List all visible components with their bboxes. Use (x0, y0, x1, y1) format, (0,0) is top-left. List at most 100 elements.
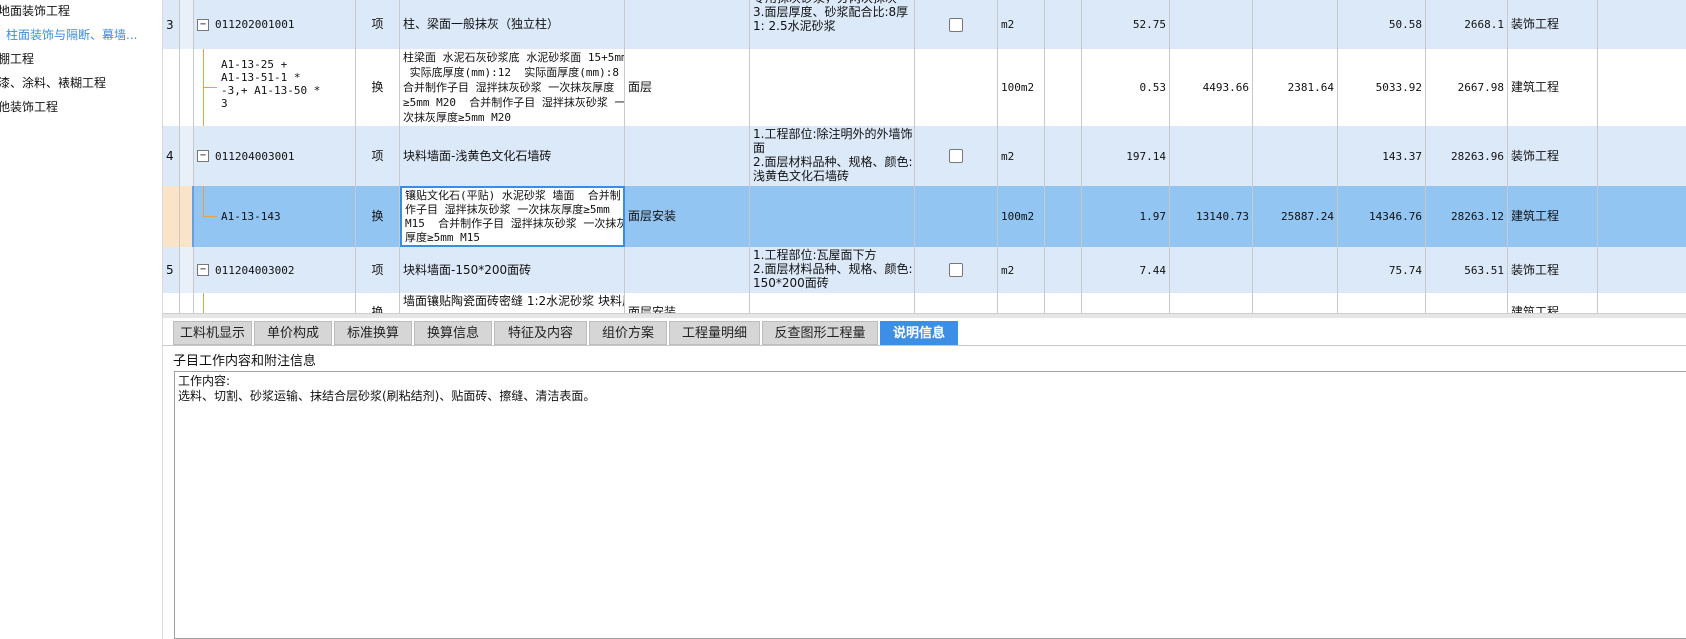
composite-price-cell: 5033.92 (1338, 49, 1426, 126)
table-row[interactable]: 4 − 011204003001 项 块料墙面-浅黄色文化石墙砖 1.工程部位:… (163, 126, 1686, 187)
price-cell (1170, 247, 1253, 293)
category-cell: 装饰工程 (1508, 247, 1598, 293)
sidebar-tree: 地面装饰工程 柱面装饰与隔断、幕墙... 棚工程 漆、涂料、裱糊工程 他装饰工程 (0, 0, 163, 639)
sidebar-item-paint[interactable]: 漆、涂料、裱糊工程 (0, 73, 106, 93)
checkbox-cell (915, 293, 998, 313)
quantity-cell[interactable]: 52.75 (1082, 0, 1170, 49)
collapse-icon[interactable]: − (197, 18, 209, 31)
tree-connector (203, 216, 217, 217)
name-cell[interactable]: 墙面镶贴陶瓷面砖密缝 1:2水泥砂浆 块料周 (400, 293, 625, 313)
sidebar-item-ceiling[interactable]: 棚工程 (0, 49, 34, 69)
empty-cell (1045, 0, 1082, 49)
feature-cell[interactable]: 1.工程部位:瓦屋面下方 2.面层材料品种、规格、颜色: 150*200面砖 (750, 247, 915, 293)
row-indicator (180, 126, 194, 186)
feature-cell (750, 186, 915, 247)
table-row-selected[interactable]: A1-13-143 换 镶贴文化石(平贴) 水泥砂浆 墙面 合并制 作子目 湿拌… (163, 186, 1686, 248)
checkbox-cell (915, 49, 998, 126)
bill-grid: 3 − 011202001001 项 柱、梁面一般抹灰（独立柱） 专用抹灰砂浆，… (163, 0, 1686, 313)
feature-cell[interactable]: 1.工程部位:除注明外的外墙饰 面 2.面层材料品种、规格、颜色: 浅黄色文化石… (750, 126, 915, 186)
table-row[interactable]: 5 − 011204003002 项 块料墙面-150*200面砖 1.工程部位… (163, 247, 1686, 294)
row-number (163, 49, 180, 126)
tab-quantity-details[interactable]: 工程量明细 (669, 321, 760, 345)
type-cell: 项 (356, 0, 400, 49)
row-indicator (180, 247, 194, 293)
price-cell: 13140.73 (1170, 186, 1253, 247)
price-cell (1170, 0, 1253, 49)
category-cell: 建筑工程 (1508, 186, 1598, 247)
table-row[interactable]: A1-13-25 + A1-13-51-1 * -3,+ A1-13-50 * … (163, 49, 1686, 127)
name-cell[interactable]: 柱梁面 水泥石灰砂浆底 水泥砂浆面 15+5mm 实际底厚度(mm):12 实际… (400, 49, 625, 126)
detail-tabbar: 工料机显示 单价构成 标准换算 换算信息 特征及内容 组价方案 工程量明细 反查… (163, 319, 1686, 346)
quantity-cell[interactable]: 1.97 (1082, 186, 1170, 247)
row-number: 4 (163, 126, 180, 186)
tab-pricing-scheme[interactable]: 组价方案 (589, 321, 667, 345)
tree-connector (203, 293, 204, 313)
price-cell (1170, 293, 1253, 313)
composite-price-cell: 75.74 (1338, 247, 1426, 293)
name-cell[interactable]: 块料墙面-浅黄色文化石墙砖 (400, 126, 625, 186)
name-cell[interactable]: 柱、梁面一般抹灰（独立柱） (400, 0, 625, 49)
composite-price-cell: 50.58 (1338, 0, 1426, 49)
total-cell: 2668.1 (1426, 0, 1508, 49)
tab-reverse-graphic-quantity[interactable]: 反查图形工程量 (762, 321, 878, 345)
collapse-icon[interactable]: − (197, 150, 209, 162)
fee-cell (1253, 247, 1338, 293)
code-cell: A1-13-143 (194, 186, 356, 247)
empty-cell (1045, 247, 1082, 293)
category-cell: 装饰工程 (1508, 0, 1598, 49)
quantity-cell[interactable]: 197.14 (1082, 126, 1170, 186)
tab-conversion-info[interactable]: 换算信息 (414, 321, 492, 345)
part-cell (625, 126, 750, 186)
tab-unit-price-composition[interactable]: 单价构成 (254, 321, 332, 345)
category-cell: 建筑工程 (1508, 49, 1598, 126)
info-text-area[interactable]: 工作内容: 选料、切割、砂浆运输、抹结合层砂浆(刷粘结剂)、贴面砖、擦缝、清洁表… (174, 371, 1686, 639)
tree-connector (203, 186, 204, 216)
name-cell-editing[interactable]: 镶贴文化石(平贴) 水泥砂浆 墙面 合并制 作子目 湿拌抹灰砂浆 一次抹灰厚度≥… (400, 186, 625, 247)
row-number: 3 (163, 0, 180, 49)
tab-labor-material-machine[interactable]: 工料机显示 (173, 321, 252, 345)
row-indicator (180, 293, 194, 313)
type-cell: 换 (356, 49, 400, 126)
part-cell: 面层安装 (625, 186, 750, 247)
category-cell: 建筑工程 (1508, 293, 1598, 313)
table-row[interactable]: 3 − 011202001001 项 柱、梁面一般抹灰（独立柱） 专用抹灰砂浆，… (163, 0, 1686, 50)
quantity-cell[interactable]: 7.44 (1082, 247, 1170, 293)
feature-cell[interactable]: 专用抹灰砂浆，分两次抹灰 3.面层厚度、砂浆配合比:8厚 1: 2.5水泥砂浆 (750, 0, 915, 49)
name-cell[interactable]: 块料墙面-150*200面砖 (400, 247, 625, 293)
sidebar-item-column-decoration[interactable]: 柱面装饰与隔断、幕墙... (6, 25, 137, 45)
empty-cell (1045, 186, 1082, 247)
category-cell: 装饰工程 (1508, 126, 1598, 186)
code-cell (194, 293, 356, 313)
row-number (163, 293, 180, 313)
price-cell (1170, 126, 1253, 186)
fee-cell: 25887.24 (1253, 186, 1338, 247)
info-section-title: 子目工作内容和附注信息 (173, 354, 317, 369)
tab-features-content[interactable]: 特征及内容 (494, 321, 587, 345)
type-cell: 项 (356, 247, 400, 293)
code-cell: − 011204003002 (194, 247, 356, 293)
info-content: 工作内容: 选料、切割、砂浆运输、抹结合层砂浆(刷粘结剂)、贴面砖、擦缝、清洁表… (178, 374, 596, 403)
tab-standard-conversion[interactable]: 标准换算 (334, 321, 412, 345)
composite-price-cell (1338, 293, 1426, 313)
select-checkbox[interactable] (949, 263, 963, 277)
table-row[interactable]: 换 墙面镶贴陶瓷面砖密缝 1:2水泥砂浆 块料周 面层安装 建筑工程 (163, 293, 1686, 313)
sidebar-item-other-decoration[interactable]: 他装饰工程 (0, 97, 58, 117)
total-cell: 28263.12 (1426, 186, 1508, 247)
tree-connector (203, 87, 217, 88)
select-checkbox[interactable] (949, 149, 963, 163)
select-checkbox[interactable] (949, 17, 963, 32)
tab-description-info[interactable]: 说明信息 (880, 321, 958, 345)
quantity-cell[interactable] (1082, 293, 1170, 313)
panel-splitter[interactable] (163, 313, 1686, 318)
empty-cell (1045, 293, 1082, 313)
sidebar-item-floor-decoration[interactable]: 地面装饰工程 (0, 1, 70, 21)
collapse-icon[interactable]: − (197, 264, 209, 276)
checkbox-cell (915, 126, 998, 186)
checkbox-cell (915, 0, 998, 49)
unit-cell: m2 (998, 247, 1045, 293)
row-indicator (180, 0, 194, 49)
quantity-cell[interactable]: 0.53 (1082, 49, 1170, 126)
code-cell: − 011202001001 (194, 0, 356, 49)
empty-cell (1045, 126, 1082, 186)
total-cell: 28263.96 (1426, 126, 1508, 186)
